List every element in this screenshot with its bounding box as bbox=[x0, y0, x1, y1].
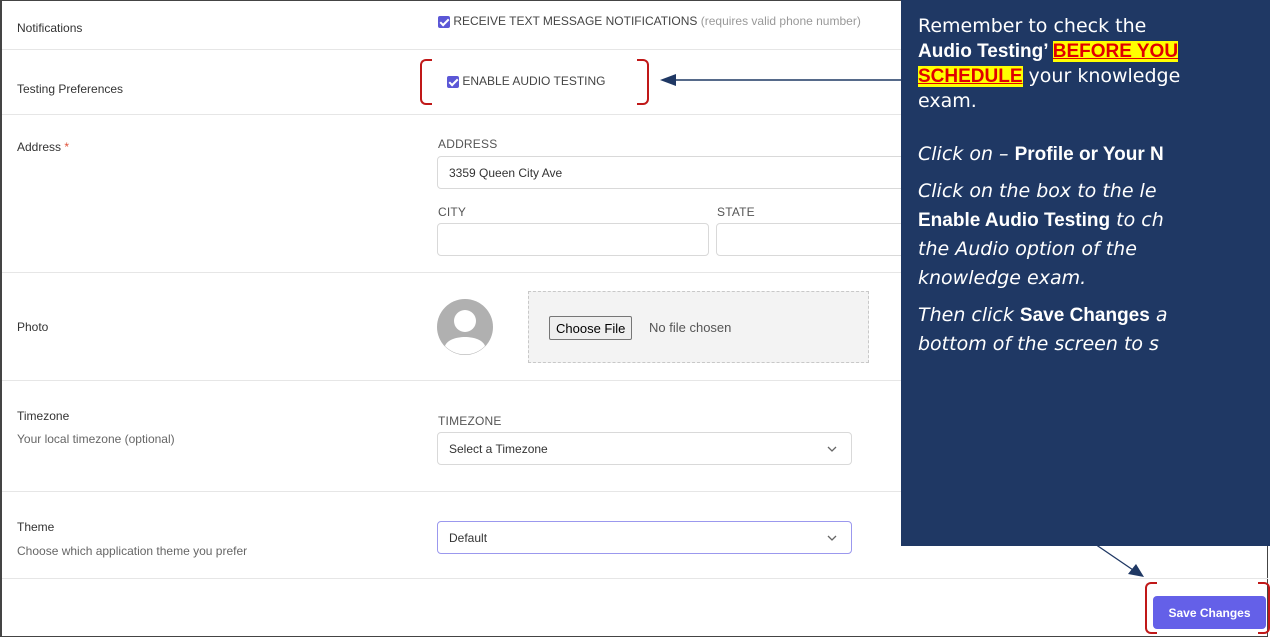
address-label-text: Address bbox=[17, 140, 62, 154]
chevron-down-icon bbox=[827, 535, 837, 541]
theme-selected-value: Default bbox=[449, 530, 488, 545]
callout-text: Remember to check the bbox=[918, 15, 1147, 37]
state-caption: STATE bbox=[717, 205, 755, 219]
theme-select[interactable]: Default bbox=[437, 521, 852, 554]
callout-line: the Audio option of the bbox=[918, 237, 1270, 262]
checkbox-checked-icon[interactable] bbox=[438, 15, 450, 28]
enable-audio-testing-checkbox[interactable]: ENABLE AUDIO TESTING bbox=[447, 74, 606, 88]
callout-line: Then click Save Changes a bbox=[918, 303, 1270, 328]
callout-highlight-text: BEFORE YOU bbox=[1052, 41, 1179, 62]
row-divider bbox=[2, 49, 901, 50]
callout-bold-text: Profile or Your N bbox=[1014, 144, 1164, 165]
callout-line: bottom of the screen to s bbox=[918, 332, 1270, 357]
callout-text: your knowledge bbox=[1022, 65, 1181, 87]
callout-line: knowledge exam. bbox=[918, 266, 1270, 291]
timezone-label: Timezone bbox=[17, 409, 70, 423]
pointer-arrow-icon bbox=[1091, 541, 1144, 577]
timezone-caption: TIMEZONE bbox=[438, 414, 502, 428]
no-file-text: No file chosen bbox=[649, 320, 732, 335]
callout-bold-text: Audio Testing’ bbox=[918, 41, 1053, 62]
chevron-down-icon bbox=[827, 446, 837, 452]
callout-line: SCHEDULE your knowledge bbox=[918, 64, 1270, 89]
checkbox-checked-icon[interactable] bbox=[447, 75, 459, 88]
city-caption: CITY bbox=[438, 205, 467, 219]
highlight-bracket-left bbox=[420, 59, 432, 105]
notifications-label: Notifications bbox=[17, 21, 83, 35]
row-divider bbox=[2, 380, 901, 381]
row-divider bbox=[2, 491, 901, 492]
callout-italic-text: bottom of the screen to s bbox=[918, 333, 1159, 355]
row-divider bbox=[2, 114, 901, 115]
save-changes-button[interactable]: Save Changes bbox=[1153, 596, 1266, 629]
sms-checkbox-label: RECEIVE TEXT MESSAGE NOTIFICATIONS bbox=[453, 14, 698, 28]
callout-bold-text: Enable Audio Testing bbox=[918, 210, 1111, 231]
callout-text: exam. bbox=[918, 90, 977, 112]
required-mark: * bbox=[64, 140, 70, 154]
address-input[interactable]: 3359 Queen City Ave bbox=[437, 156, 907, 189]
address-input-value: 3359 Queen City Ave bbox=[449, 165, 563, 180]
callout-line: Click on – Profile or Your N bbox=[918, 142, 1270, 167]
photo-label: Photo bbox=[17, 320, 49, 334]
state-input[interactable] bbox=[716, 223, 906, 256]
theme-help: Choose which application theme you prefe… bbox=[17, 544, 248, 558]
callout-italic-text: Click on the box to the le bbox=[918, 180, 1157, 202]
callout-italic-text: knowledge exam. bbox=[918, 267, 1087, 289]
callout-line: Click on the box to the le bbox=[918, 179, 1270, 204]
callout-italic-text: a bbox=[1149, 304, 1168, 326]
timezone-selected-value: Select a Timezone bbox=[449, 441, 548, 456]
testing-preferences-label: Testing Preferences bbox=[17, 82, 124, 96]
instruction-callout: Remember to check the Audio Testing’ BEF… bbox=[901, 0, 1270, 546]
timezone-select[interactable]: Select a Timezone bbox=[437, 432, 852, 465]
callout-line: Enable Audio Testing to ch bbox=[918, 208, 1270, 233]
photo-dropzone[interactable]: Choose File No file chosen bbox=[528, 291, 869, 363]
callout-line: exam. bbox=[918, 89, 1270, 114]
callout-line: Remember to check the bbox=[918, 14, 1270, 39]
row-divider bbox=[2, 578, 1268, 579]
address-caption: ADDRESS bbox=[438, 137, 498, 151]
address-label: Address * bbox=[17, 140, 69, 154]
city-input[interactable] bbox=[437, 223, 709, 256]
pointer-arrow-icon bbox=[660, 74, 902, 86]
sms-notifications-checkbox[interactable]: RECEIVE TEXT MESSAGE NOTIFICATIONS (requ… bbox=[438, 14, 861, 28]
callout-italic-text: to ch bbox=[1110, 209, 1164, 231]
choose-file-button[interactable]: Choose File bbox=[549, 316, 633, 340]
audio-checkbox-label: ENABLE AUDIO TESTING bbox=[462, 74, 606, 88]
row-divider bbox=[2, 272, 901, 273]
callout-line: Audio Testing’ BEFORE YOU bbox=[918, 39, 1270, 64]
callout-italic-text: Then click bbox=[918, 304, 1020, 326]
timezone-help: Your local timezone (optional) bbox=[17, 432, 175, 446]
callout-italic-text: Click on – bbox=[918, 143, 1015, 165]
avatar-placeholder-icon bbox=[437, 299, 493, 355]
theme-label: Theme bbox=[17, 520, 55, 534]
callout-italic-text: the Audio option of the bbox=[918, 238, 1137, 260]
callout-highlight-text: SCHEDULE bbox=[918, 66, 1023, 87]
sms-checkbox-note: (requires valid phone number) bbox=[700, 14, 861, 28]
callout-bold-text: Save Changes bbox=[1019, 305, 1150, 326]
highlight-bracket-right bbox=[637, 59, 649, 105]
